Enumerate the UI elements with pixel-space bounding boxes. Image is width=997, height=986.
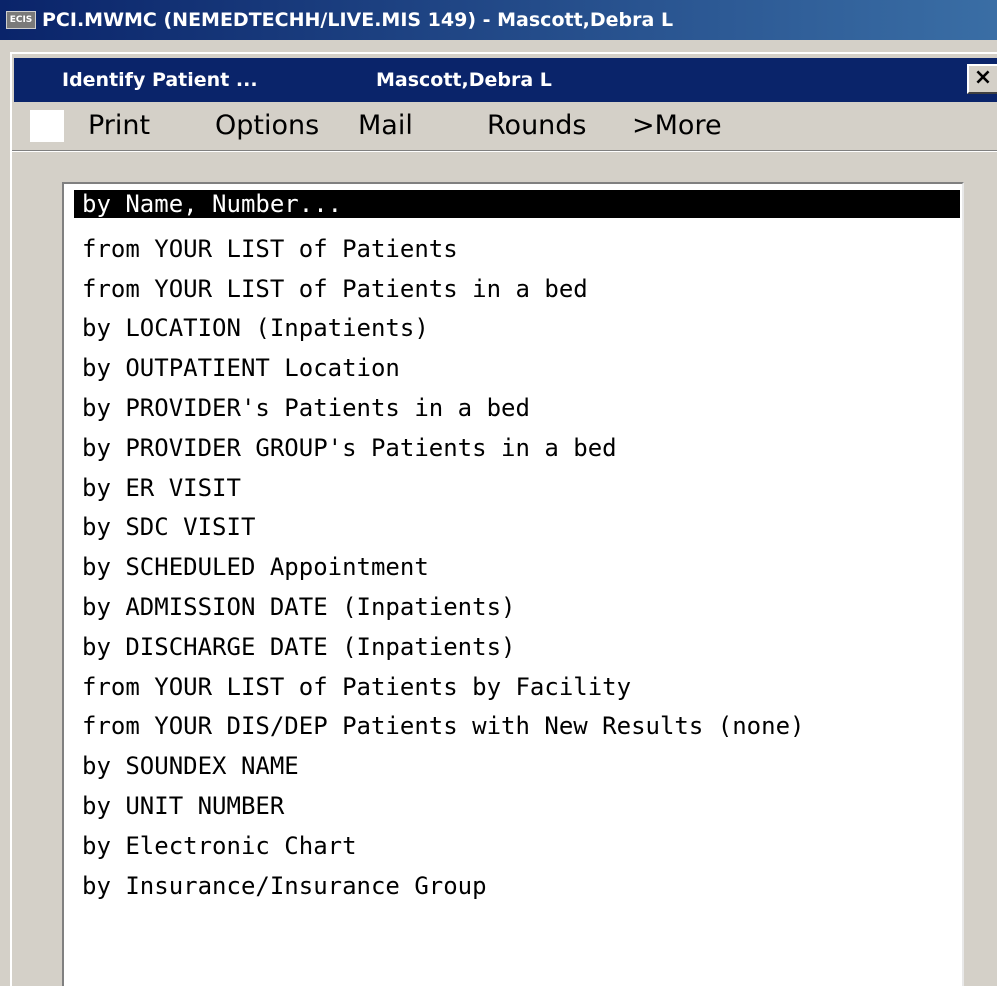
menu-divider <box>12 150 997 152</box>
list-item[interactable]: by Electronic Chart <box>74 827 960 867</box>
menu-options[interactable]: Options <box>215 104 319 150</box>
dialog-patient-name: Mascott,Debra L <box>376 69 552 91</box>
list-item[interactable]: by SOUNDEX NAME <box>74 747 960 787</box>
dialog-window: Identify Patient ... Mascott,Debra L × P… <box>10 52 997 986</box>
patient-lookup-list[interactable]: by Name, Number... from YOUR LIST of Pati… <box>62 182 964 986</box>
list-item[interactable]: by Name, Number... <box>74 190 960 218</box>
application-window: ECIS PCI.MWMC (NEMEDTECHH/LIVE.MIS 149) … <box>0 0 997 986</box>
app-icon[interactable]: ECIS <box>6 11 36 29</box>
menu-rounds[interactable]: Rounds <box>487 104 587 150</box>
menu-mail[interactable]: Mail <box>358 104 413 150</box>
list-item[interactable]: by Insurance/Insurance Group <box>74 867 960 907</box>
list-item[interactable]: by SCHEDULED Appointment <box>74 548 960 588</box>
list-items: by Name, Number... from YOUR LIST of Pati… <box>74 190 960 906</box>
menu-more[interactable]: >More <box>632 104 722 150</box>
list-item[interactable]: by PROVIDER's Patients in a bed <box>74 389 960 429</box>
list-item[interactable]: by PROVIDER GROUP's Patients in a bed <box>74 429 960 469</box>
list-item[interactable]: by LOCATION (Inpatients) <box>74 309 960 349</box>
list-item[interactable]: by ADMISSION DATE (Inpatients) <box>74 588 960 628</box>
list-item[interactable]: from YOUR LIST of Patients in a bed <box>74 270 960 310</box>
list-item[interactable]: by SDC VISIT <box>74 508 960 548</box>
close-button[interactable]: × <box>967 64 997 94</box>
window-title: PCI.MWMC (NEMEDTECHH/LIVE.MIS 149) - Mas… <box>42 9 674 31</box>
menu-print[interactable]: Print <box>88 104 150 150</box>
list-item[interactable]: by OUTPATIENT Location <box>74 349 960 389</box>
list-item[interactable]: from YOUR DIS/DEP Patients with New Resu… <box>74 707 960 747</box>
list-item[interactable]: by ER VISIT <box>74 469 960 509</box>
list-item[interactable]: from YOUR LIST of Patients <box>74 230 960 270</box>
dialog-title-bar[interactable]: Identify Patient ... Mascott,Debra L × <box>14 58 997 102</box>
dialog-title: Identify Patient ... <box>62 69 258 91</box>
list-item[interactable]: from YOUR LIST of Patients by Facility <box>74 668 960 708</box>
window-title-bar[interactable]: ECIS PCI.MWMC (NEMEDTECHH/LIVE.MIS 149) … <box>0 0 997 40</box>
close-icon: × <box>973 65 993 90</box>
menu-checkbox[interactable] <box>30 110 64 142</box>
list-item[interactable]: by DISCHARGE DATE (Inpatients) <box>74 628 960 668</box>
list-item[interactable]: by UNIT NUMBER <box>74 787 960 827</box>
menu-bar: Print Options Mail Rounds >More <box>14 104 997 150</box>
